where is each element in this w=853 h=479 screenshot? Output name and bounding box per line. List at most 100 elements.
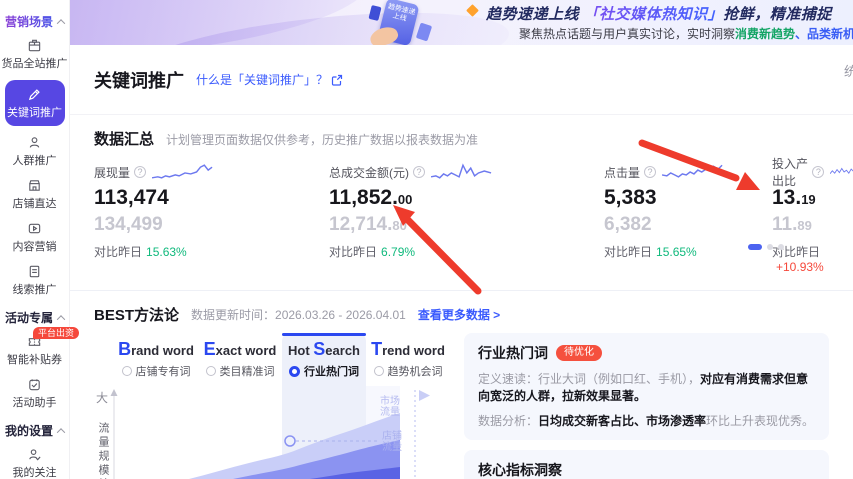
sidebar-item-audience-promotion[interactable]: 人群推广 <box>13 135 57 168</box>
sidebar-item-label: 人群推广 <box>12 155 57 167</box>
sidebar-item-label: 货品全站推广 <box>1 58 68 70</box>
core-metrics-card: 核心指标洞察 日均成交新客占比 ? 39.83% 环比 -5.25% ? 同行同… <box>464 450 829 479</box>
stacked-area-chart: 大 市场 流量 店铺 流量 <box>96 386 430 479</box>
carousel-dots <box>748 244 784 250</box>
sidebar-item-label: 线索推广 <box>12 284 57 296</box>
view-more-data-link[interactable]: 查看更多数据 > <box>418 306 500 323</box>
metric-label: 投入产出比 <box>772 157 809 188</box>
sidebar-section-marketing[interactable]: 营销场景 <box>0 13 69 30</box>
section-label: 活动专属 <box>4 311 53 325</box>
metric-label: 总成交金额(元) <box>329 165 409 180</box>
sidebar-item-label: 智能补贴券 <box>7 354 62 366</box>
radio-trend-word[interactable] <box>373 366 384 376</box>
tab-hot-search[interactable]: Hot Search 行业热门词 <box>282 333 366 386</box>
radio-hot-search[interactable] <box>289 365 300 377</box>
help-icon[interactable]: ? <box>413 166 425 178</box>
section-label: 我的设置 <box>4 424 53 438</box>
right-arrow-top <box>419 390 430 401</box>
sidebar-item-shop-direct[interactable]: 店铺直达 <box>13 178 57 211</box>
tab-option-label: 趋势机会词 <box>387 366 443 378</box>
metric-label: 点击量 <box>604 165 641 180</box>
best-methodology-section: BEST方法论 数据更新时间：2026.03.26 - 2026.04.01 查… <box>70 290 853 479</box>
metric-label: 展现量 <box>94 165 131 180</box>
industry-card-title: 行业热门词 <box>478 345 548 361</box>
metric-clicks: 点击量 ? 5,383 6,382 对比昨日 15.65% <box>604 159 772 274</box>
sidebar-item-keyword-promotion[interactable]: 关键词推广 <box>4 80 65 126</box>
sidebar-section-settings[interactable]: 我的设置 <box>0 422 69 439</box>
banner-headline: 趋势速递上线 「社交媒体热知识」抢鲜，精准捕捉 <box>486 3 832 24</box>
carousel-dot-2[interactable] <box>767 244 773 250</box>
metric-prev-value: 12,714.80 <box>329 214 407 235</box>
sidebar-item-activity-helper[interactable]: 活动助手 <box>13 377 57 410</box>
help-icon[interactable]: ? <box>134 166 147 178</box>
metric-impressions: 展现量 ? 113,474 134,499 对比昨日 15.63% <box>94 159 329 274</box>
industry-hot-word-card: 行业热门词 待优化 定义速读：行业大词（例如口红、手机），对应有消费需求但意向宽… <box>464 333 829 440</box>
tab-exact-word[interactable]: Exact word 类目精准词 <box>198 333 282 386</box>
main-content: 关键词推广 什么是「关键词推广」？ 统 数据汇总 计划管理页面数据仅供参考，历史… <box>70 45 853 479</box>
carousel-dot-1[interactable] <box>748 244 762 250</box>
radio-exact-word[interactable] <box>205 366 216 376</box>
market-traffic-label: 市场 <box>380 394 400 407</box>
metric-compare: 对比昨日 15.63% <box>94 245 187 259</box>
sidebar-item-label: 活动助手 <box>12 397 57 409</box>
banner-headline-highlight: 「社交媒体热知识」 <box>583 6 724 23</box>
best-header: BEST方法论 数据更新时间：2026.03.26 - 2026.04.01 查… <box>94 291 829 333</box>
sidebar-item-content-marketing[interactable]: 内容营销 <box>13 221 57 254</box>
video-icon <box>28 223 41 234</box>
data-summary-header: 数据汇总 计划管理页面数据仅供参考，历史推广数据以报表数据为准 <box>70 115 853 151</box>
sidebar-item-lead-promotion[interactable]: 线索推广 <box>13 264 57 297</box>
metric-prev-value: 134,499 <box>94 214 163 235</box>
traffic-scale-chart: 大 市场 流量 店铺 流量 流量规模抢占 <box>94 386 450 479</box>
data-analysis-line: 数据分析：日均成交新客占比、市场渗透率环比上升表现优秀。 <box>478 414 815 428</box>
what-is-keyword-promotion-link[interactable]: 什么是「关键词推广」？ <box>196 71 343 88</box>
data-summary-note: 计划管理页面数据仅供参考，历史推广数据以报表数据为准 <box>166 133 479 147</box>
y-axis-arrow <box>110 389 118 396</box>
metric-compare: 对比昨日 6.79% <box>329 245 416 259</box>
sidebar-item-label: 关键词推广 <box>7 107 62 119</box>
best-tabs: Brand word 店铺专有词 Exact word 类目精准词 Hot Se… <box>114 333 450 386</box>
banner-headline-prefix: 趋势速递上线 <box>486 6 584 23</box>
cutoff-corner-text: 统 <box>843 64 853 79</box>
shop-traffic-label: 店铺 <box>382 429 402 442</box>
core-card-title: 核心指标洞察 <box>478 462 562 478</box>
metric-compare: 对比昨日+10.93% <box>772 245 824 274</box>
definition-line: 定义速读：行业大词（例如口红、手机），对应有消费需求但意向宽泛的人群，拉新效果显… <box>478 372 809 403</box>
data-summary-title: 数据汇总 <box>94 131 155 148</box>
banner-subline-green: 消费新趋势 <box>735 27 796 41</box>
roi-sparkline <box>830 167 853 175</box>
help-icon[interactable]: ? <box>644 166 657 178</box>
best-chart-column: Brand word 店铺专有词 Exact word 类目精准词 Hot Se… <box>94 333 450 479</box>
follow-icon <box>29 449 41 461</box>
y-axis-vertical-label: 流量规模抢占 <box>97 422 109 479</box>
sidebar-item-product-sitewide[interactable]: 货品全站推广 <box>2 38 68 71</box>
tab-option-label: 类目精准词 <box>219 366 275 378</box>
carousel-dot-3[interactable] <box>778 244 784 250</box>
radio-brand-word[interactable] <box>121 366 132 376</box>
section-label: 营销场景 <box>4 15 53 29</box>
best-body: Brand word 店铺专有词 Exact word 类目精准词 Hot Se… <box>94 333 829 479</box>
best-update-time: 数据更新时间：2026.03.26 - 2026.04.01 <box>191 308 406 322</box>
metric-value: 5,383 <box>604 186 657 209</box>
doc-icon <box>29 265 40 278</box>
keyword-promotion-page: 营销场景 货品全站推广 关键词推广 人群推广 店铺直达 内容营销 线索推广 活动… <box>0 0 853 479</box>
sidebar-item-my-follows[interactable]: 我的关注 <box>13 447 57 479</box>
tab-option-label: 行业热门词 <box>304 366 359 378</box>
people-icon <box>29 137 40 148</box>
external-link-icon <box>331 74 343 86</box>
chevron-up-icon <box>56 314 66 324</box>
tab-brand-word[interactable]: Brand word 店铺专有词 <box>114 333 198 386</box>
shop-traffic-label: 流量 <box>382 440 402 453</box>
metric-compare: 对比昨日 15.65% <box>604 245 697 259</box>
help-icon[interactable]: ? <box>812 166 825 178</box>
promo-banner[interactable]: 趋势速递 上线 趋势速递上线 「社交媒体热知识」抢鲜，精准捕捉 聚焦热点话题与用… <box>70 0 853 45</box>
metric-prev-value: 11.89 <box>772 214 812 235</box>
metric-gmv: 总成交金额(元) ? 11,852.00 12,714.80 对比昨日 6.79% <box>329 159 604 274</box>
sidebar-section-activity[interactable]: 活动专属 <box>0 309 69 326</box>
sidebar-item-smart-subsidy[interactable]: 平台出资 智能补贴券 <box>7 327 80 367</box>
tab-option-label: 店铺专有词 <box>135 366 191 378</box>
y-axis-top-label: 大 <box>96 391 108 405</box>
metrics-row: 展现量 ? 113,474 134,499 对比昨日 15.63% 总成交金额(元… <box>70 151 853 274</box>
impressions-sparkline <box>152 164 213 179</box>
tab-trend-word[interactable]: Trend word 趋势机会词 <box>366 333 450 386</box>
sidebar-item-label: 我的关注 <box>12 467 57 479</box>
